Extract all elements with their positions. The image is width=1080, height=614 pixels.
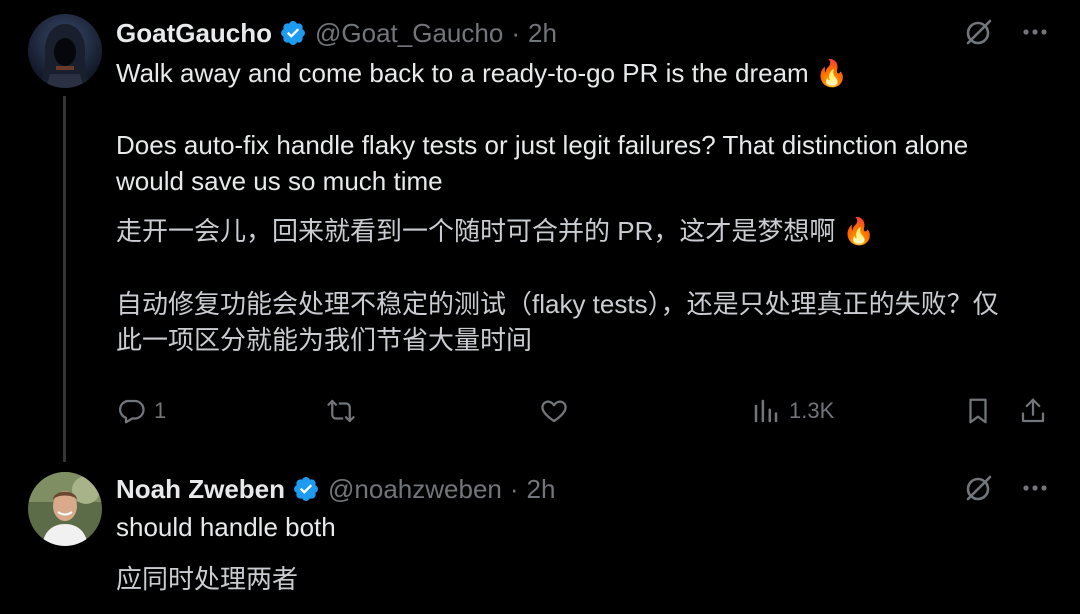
author-handle[interactable]: @Goat_Gaucho (315, 18, 503, 49)
post-text: Does auto-fix handle flaky tests or just… (116, 130, 969, 196)
share-button[interactable] (1018, 392, 1048, 430)
view-count: 1.3K (789, 398, 835, 423)
author-name[interactable]: Noah Zweben (116, 474, 285, 505)
repost-icon (327, 399, 355, 423)
views-chart-icon (754, 399, 778, 423)
separator-dot: · (511, 17, 520, 48)
avatar-goatgaucho[interactable] (28, 14, 102, 88)
author-handle[interactable]: @noahzweben (328, 474, 502, 505)
bookmark-button[interactable] (963, 392, 993, 430)
views-button[interactable]: 1.3K (751, 392, 834, 430)
post-translation: 走开一会儿，回来就看到一个随时可合并的 PR，这才是梦想啊 🔥 (116, 216, 875, 246)
more-options-icon[interactable] (1020, 473, 1050, 503)
grok-icon[interactable] (962, 472, 994, 504)
reply-button[interactable]: 1 (116, 392, 166, 430)
post-top-actions (962, 16, 1050, 48)
reply-post[interactable]: Noah Zweben @noahzweben · 2h should hand… (0, 460, 1080, 614)
post-header: GoatGaucho @Goat_Gaucho · 2h (116, 13, 557, 53)
author-name[interactable]: GoatGaucho (116, 18, 272, 49)
reply-text: should handle both (116, 512, 336, 542)
more-options-icon[interactable] (1020, 17, 1050, 47)
reply-translation: 应同时处理两者 (116, 564, 299, 594)
like-button[interactable] (539, 392, 577, 430)
post-timestamp[interactable]: 2h (528, 18, 557, 49)
post-top-actions (962, 472, 1050, 504)
post-text: Walk away and come back to a ready-to-go… (116, 58, 849, 88)
separator-dot: · (509, 473, 519, 504)
reply-count: 1 (154, 398, 167, 423)
post-header: Noah Zweben @noahzweben · 2h (116, 469, 555, 509)
reply-icon (119, 399, 145, 424)
grok-icon[interactable] (962, 16, 994, 48)
bookmark-icon (969, 398, 987, 424)
share-icon (1021, 398, 1045, 423)
post-timestamp[interactable]: 2h (527, 474, 556, 505)
post-translation: 自动修复功能会处理不稳定的测试（flaky tests），还是只处理真正的失败？… (116, 289, 999, 355)
tweet-post[interactable]: GoatGaucho @Goat_Gaucho · 2h Walk away a… (0, 0, 1080, 462)
avatar-noahzweben[interactable] (28, 472, 102, 546)
verified-badge-icon (294, 477, 318, 501)
heart-icon (541, 400, 567, 423)
repost-button[interactable] (326, 392, 364, 430)
verified-badge-icon (281, 21, 305, 45)
thread-connector-line (63, 96, 66, 462)
